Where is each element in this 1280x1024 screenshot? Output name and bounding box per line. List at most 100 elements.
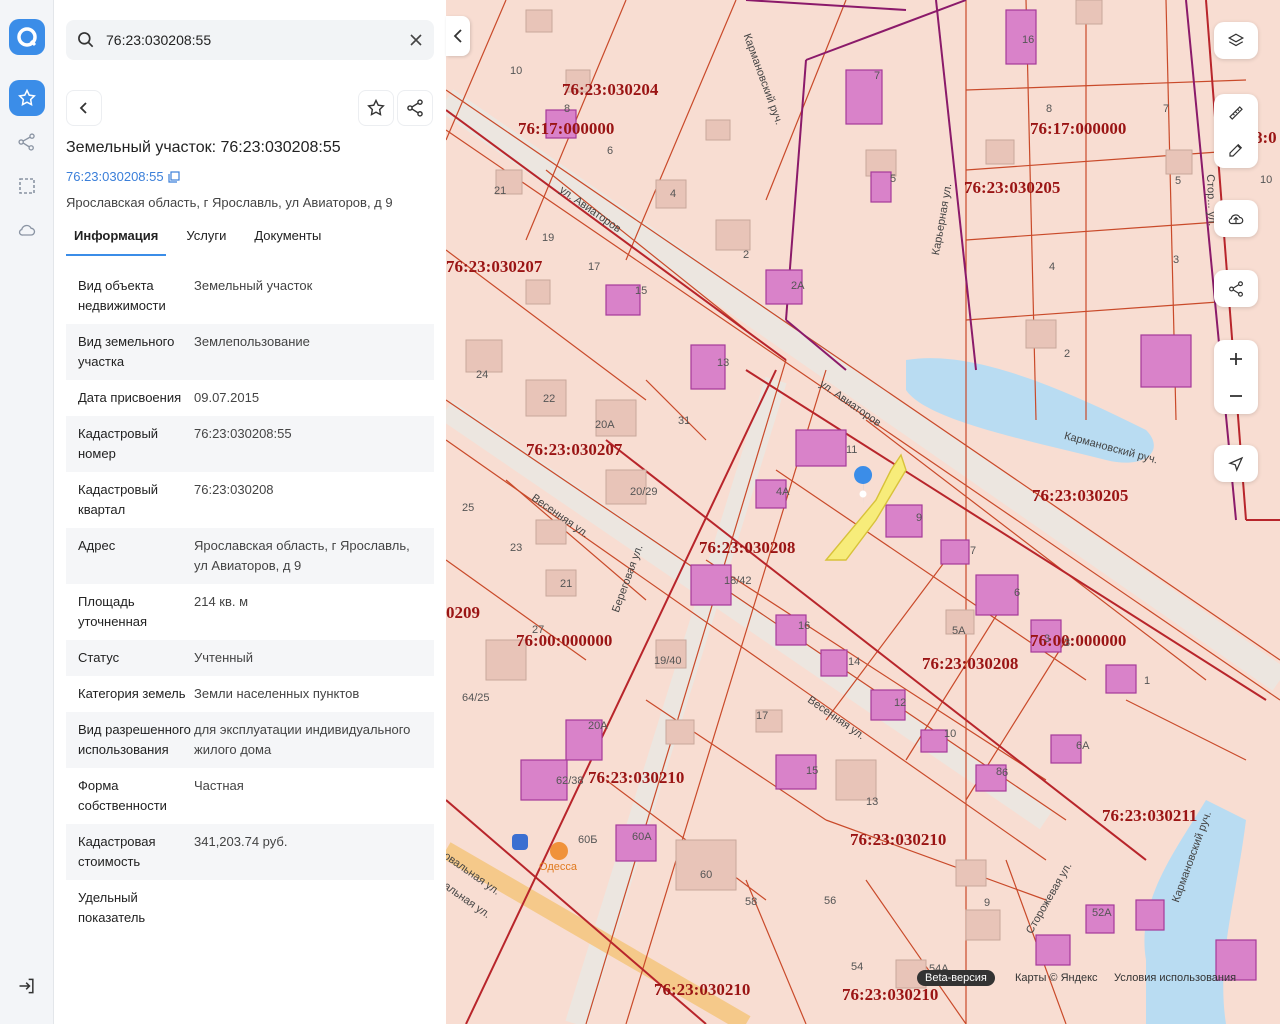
house-number: 24 xyxy=(476,369,489,381)
add-favorite-button[interactable] xyxy=(358,90,394,126)
info-key: Площадь уточненная xyxy=(78,594,148,629)
layers-icon[interactable] xyxy=(1214,22,1258,59)
house-number: 13 xyxy=(866,796,879,808)
beta-badge: Beta-версия xyxy=(917,970,995,986)
tab-services[interactable]: Услуги xyxy=(178,226,234,256)
cad-quarter-label: 76:17:000000 xyxy=(518,119,615,138)
map-share-control xyxy=(1214,270,1258,307)
info-key: Адрес xyxy=(78,538,116,553)
terms-link[interactable]: Условия использования xyxy=(1114,972,1236,984)
info-value: Земельный участок xyxy=(194,278,313,293)
house-number: 5 xyxy=(1175,175,1182,187)
clear-search-icon[interactable] xyxy=(406,30,426,50)
cad-quarter-label: 76:23:030204 xyxy=(562,80,659,99)
info-row: Вид земельного участка Землепользование xyxy=(66,324,434,380)
navigation-arrow-icon[interactable] xyxy=(1214,445,1258,482)
cad-quarter-label: 76:23:030205 xyxy=(964,178,1061,197)
house-number: 56 xyxy=(824,895,837,907)
poi-label[interactable]: Одесса xyxy=(539,861,577,873)
house-number: 16 xyxy=(1022,34,1035,46)
info-value: Землепользование xyxy=(194,334,310,349)
house-number: 18/42 xyxy=(724,575,752,587)
house-number: 54 xyxy=(851,961,864,973)
info-key: Форма собственности xyxy=(78,778,167,813)
info-value: Частная xyxy=(194,778,244,793)
cadastral-map[interactable]: 76:23:030204 76:17:000000 76:17:000000 7… xyxy=(446,0,1280,1024)
cad-quarter-label: 76:23:030205 xyxy=(1032,486,1129,505)
house-number: 2 xyxy=(743,249,750,261)
cafe-icon[interactable] xyxy=(550,842,568,860)
house-number: 3 xyxy=(1173,254,1180,266)
ruler-icon[interactable] xyxy=(1214,94,1258,131)
measure-route-icon[interactable] xyxy=(9,124,45,160)
house-number: 20/29 xyxy=(630,486,658,498)
back-button[interactable] xyxy=(66,90,102,126)
info-key: Кадастровая стоимость xyxy=(78,834,156,869)
house-number: 6 xyxy=(607,145,614,157)
edit-icon[interactable] xyxy=(1214,131,1258,168)
area-select-icon[interactable] xyxy=(9,168,45,204)
info-key: Удельный показатель xyxy=(78,890,146,925)
house-number: 8 xyxy=(564,103,571,115)
info-key: Вид земельного участка xyxy=(78,334,175,369)
info-key: Категория земель xyxy=(78,686,186,701)
bus-stop-icon[interactable] xyxy=(512,834,528,850)
upload-icon[interactable] xyxy=(1214,200,1258,237)
tab-information[interactable]: Информация xyxy=(66,226,167,256)
info-value: 214 кв. м xyxy=(194,594,249,609)
cad-quarter-label: 76:23:030211 xyxy=(1102,806,1198,825)
house-number: 3 xyxy=(1064,637,1071,649)
search-input[interactable]: 76:23:030208:55 xyxy=(106,32,211,48)
info-row: Кадастровый квартал 76:23:030208 xyxy=(66,472,434,528)
info-row: Удельный показатель xyxy=(66,880,434,936)
upload-control xyxy=(1214,200,1258,237)
info-key: Кадастровый номер xyxy=(78,426,159,461)
cloud-icon[interactable] xyxy=(9,212,45,248)
house-number: 4 xyxy=(1049,261,1056,273)
left-rail xyxy=(0,0,54,1024)
info-row: Дата присвоения 09.07.2015 xyxy=(66,380,434,416)
zoom-in-icon[interactable] xyxy=(1214,340,1258,377)
house-number: 60А xyxy=(632,831,652,843)
info-key: Статус xyxy=(78,650,120,665)
cad-quarter-label: 76:00:000000 xyxy=(516,631,613,650)
layers-control xyxy=(1214,22,1258,59)
house-number: 9 xyxy=(916,512,923,524)
house-number: 52А xyxy=(1092,907,1112,919)
info-key: Кадастровый квартал xyxy=(78,482,159,517)
house-number: 15 xyxy=(806,765,819,777)
house-number: 4А xyxy=(776,486,790,498)
info-row: Вид разрешенного использования для эксплу… xyxy=(66,712,434,768)
house-number: 10 xyxy=(944,728,957,740)
map-copyright[interactable]: Карты © Яндекс xyxy=(1015,972,1098,984)
house-number: 2 xyxy=(1064,348,1071,360)
cad-quarter-label: 76:23:030208 xyxy=(699,538,796,557)
cad-number-text[interactable]: 76:23:030208:55 xyxy=(66,169,164,184)
house-number: 7 xyxy=(1163,103,1170,115)
favorites-star-icon[interactable] xyxy=(9,80,45,116)
app-logo-icon[interactable] xyxy=(9,19,45,55)
location-pin-icon xyxy=(854,466,873,506)
house-number: 21 xyxy=(494,185,507,197)
share-button[interactable] xyxy=(397,90,433,126)
info-value: 09.07.2015 xyxy=(194,390,260,405)
search-bar[interactable]: 76:23:030208:55 xyxy=(66,20,434,60)
info-key: Вид объекта недвижимости xyxy=(78,278,166,313)
house-number: 4 xyxy=(670,188,677,200)
house-number: 5А xyxy=(952,625,966,637)
tabs: Информация Услуги Документы xyxy=(66,226,341,256)
house-number: 15 xyxy=(635,285,648,297)
house-number: 16 xyxy=(798,620,811,632)
collapse-panel-button[interactable] xyxy=(446,16,470,56)
tab-documents[interactable]: Документы xyxy=(246,226,329,256)
info-key: Дата присвоения xyxy=(78,390,182,405)
chevron-left-icon xyxy=(453,29,462,43)
geolocation-control xyxy=(1214,445,1258,482)
info-row: Категория земель Земли населенных пунктов xyxy=(66,676,434,712)
cad-number-link[interactable]: 76:23:030208:55 xyxy=(66,169,180,184)
logout-icon[interactable] xyxy=(9,968,45,1004)
share-icon[interactable] xyxy=(1214,270,1258,307)
zoom-out-icon[interactable] xyxy=(1214,377,1258,414)
object-address: Ярославская область, г Ярославль, ул Ави… xyxy=(66,195,393,210)
house-number: 17 xyxy=(588,261,601,273)
